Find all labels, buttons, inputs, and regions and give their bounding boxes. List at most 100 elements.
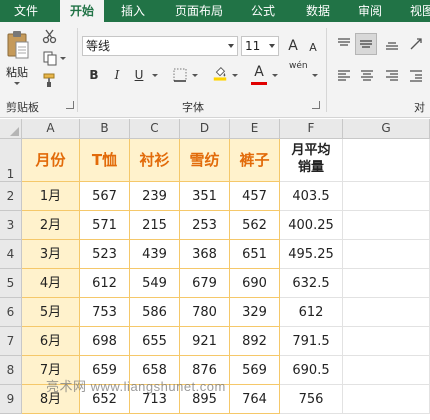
- sales-cell[interactable]: 253: [180, 211, 230, 240]
- tab-review[interactable]: 审阅: [352, 0, 388, 22]
- copy-icon[interactable]: [42, 50, 58, 66]
- fill-color-dropdown-arrow[interactable]: [232, 74, 238, 77]
- row-header-3[interactable]: 3: [0, 211, 22, 240]
- average-cell[interactable]: 495.25: [280, 240, 343, 269]
- column-header-e[interactable]: E: [230, 119, 280, 139]
- align-top-icon[interactable]: [336, 36, 352, 52]
- empty-cell[interactable]: [343, 356, 430, 385]
- column-header-g[interactable]: G: [343, 119, 430, 139]
- column-header-d[interactable]: D: [180, 119, 230, 139]
- sales-cell[interactable]: 690: [230, 269, 280, 298]
- shrink-font-button[interactable]: A: [304, 39, 322, 57]
- sales-cell[interactable]: 780: [180, 298, 230, 327]
- header-cell[interactable]: 裤子: [230, 139, 280, 182]
- decrease-indent-icon[interactable]: [408, 68, 424, 84]
- column-header-f[interactable]: F: [280, 119, 343, 139]
- average-cell[interactable]: 632.5: [280, 269, 343, 298]
- sales-cell[interactable]: 571: [80, 211, 130, 240]
- header-cell[interactable]: T恤: [80, 139, 130, 182]
- text-orientation-icon[interactable]: [408, 36, 424, 52]
- italic-button[interactable]: I: [108, 66, 126, 84]
- font-size-combo[interactable]: 11: [241, 36, 279, 56]
- bold-button[interactable]: B: [85, 66, 103, 84]
- tab-home[interactable]: 开始: [60, 0, 104, 22]
- month-cell[interactable]: 4月: [22, 269, 80, 298]
- sales-cell[interactable]: 698: [80, 327, 130, 356]
- sales-cell[interactable]: 679: [180, 269, 230, 298]
- align-right-icon[interactable]: [384, 68, 400, 84]
- sales-cell[interactable]: 368: [180, 240, 230, 269]
- sales-cell[interactable]: 764: [230, 385, 280, 414]
- sales-cell[interactable]: 562: [230, 211, 280, 240]
- row-header-9[interactable]: 9: [0, 385, 22, 414]
- fill-color-icon[interactable]: [212, 65, 228, 81]
- column-header-c[interactable]: C: [130, 119, 180, 139]
- average-cell[interactable]: 400.25: [280, 211, 343, 240]
- header-cell-monthly-average[interactable]: 月平均 销量: [280, 139, 343, 182]
- cut-icon[interactable]: [42, 28, 58, 44]
- tab-view[interactable]: 视图: [404, 0, 430, 22]
- row-header-1[interactable]: 1: [0, 139, 22, 182]
- sales-cell[interactable]: 457: [230, 182, 280, 211]
- sales-cell[interactable]: 567: [80, 182, 130, 211]
- sales-cell[interactable]: 523: [80, 240, 130, 269]
- sales-cell[interactable]: 586: [130, 298, 180, 327]
- underline-dropdown-arrow[interactable]: [152, 74, 158, 77]
- tab-formulas[interactable]: 公式: [245, 0, 281, 22]
- clipboard-launcher-icon[interactable]: [66, 101, 74, 109]
- row-header-2[interactable]: 2: [0, 182, 22, 211]
- empty-cell[interactable]: [343, 269, 430, 298]
- font-name-combo[interactable]: 等线: [82, 36, 238, 56]
- row-header-8[interactable]: 8: [0, 356, 22, 385]
- sales-cell[interactable]: 921: [180, 327, 230, 356]
- header-cell[interactable]: 月份: [22, 139, 80, 182]
- border-icon[interactable]: [172, 67, 188, 83]
- align-left-icon[interactable]: [336, 68, 352, 84]
- empty-cell[interactable]: [343, 385, 430, 414]
- sales-cell[interactable]: 612: [80, 269, 130, 298]
- font-launcher-icon[interactable]: [312, 101, 320, 109]
- tab-data[interactable]: 数据: [300, 0, 336, 22]
- month-cell[interactable]: 5月: [22, 298, 80, 327]
- sales-cell[interactable]: 439: [130, 240, 180, 269]
- average-cell[interactable]: 403.5: [280, 182, 343, 211]
- copy-dropdown-arrow[interactable]: [60, 57, 66, 60]
- empty-cell[interactable]: [343, 211, 430, 240]
- empty-cell[interactable]: [343, 182, 430, 211]
- paste-button-label[interactable]: 粘贴: [6, 64, 28, 80]
- sales-cell[interactable]: 351: [180, 182, 230, 211]
- sales-cell[interactable]: 651: [230, 240, 280, 269]
- empty-cell[interactable]: [343, 240, 430, 269]
- tab-page-layout[interactable]: 页面布局: [169, 0, 229, 22]
- month-cell[interactable]: 3月: [22, 240, 80, 269]
- align-center-icon[interactable]: [359, 68, 375, 84]
- underline-button[interactable]: U: [130, 66, 148, 84]
- grow-font-button[interactable]: A: [284, 37, 302, 55]
- sales-cell[interactable]: 753: [80, 298, 130, 327]
- empty-cell[interactable]: [343, 327, 430, 356]
- paste-icon[interactable]: [6, 30, 30, 60]
- empty-cell[interactable]: [343, 139, 430, 182]
- select-all-corner[interactable]: [0, 119, 22, 139]
- sales-cell[interactable]: 549: [130, 269, 180, 298]
- month-cell[interactable]: 2月: [22, 211, 80, 240]
- sales-cell[interactable]: 569: [230, 356, 280, 385]
- average-cell[interactable]: 756: [280, 385, 343, 414]
- month-cell[interactable]: 6月: [22, 327, 80, 356]
- sales-cell[interactable]: 215: [130, 211, 180, 240]
- align-bottom-icon[interactable]: [384, 36, 400, 52]
- paste-dropdown-arrow[interactable]: [14, 82, 20, 85]
- phonetic-guide-button[interactable]: wén: [289, 61, 308, 85]
- header-cell[interactable]: 衬衫: [130, 139, 180, 182]
- row-header-4[interactable]: 4: [0, 240, 22, 269]
- month-cell[interactable]: 1月: [22, 182, 80, 211]
- tab-file[interactable]: 文件: [8, 0, 44, 22]
- align-middle-button[interactable]: [355, 33, 377, 55]
- font-color-button[interactable]: A: [250, 63, 268, 81]
- sales-cell[interactable]: 329: [230, 298, 280, 327]
- column-header-a[interactable]: A: [22, 119, 80, 139]
- sales-cell[interactable]: 892: [230, 327, 280, 356]
- header-cell[interactable]: 雪纺: [180, 139, 230, 182]
- sales-cell[interactable]: 239: [130, 182, 180, 211]
- font-color-dropdown-arrow[interactable]: [272, 74, 278, 77]
